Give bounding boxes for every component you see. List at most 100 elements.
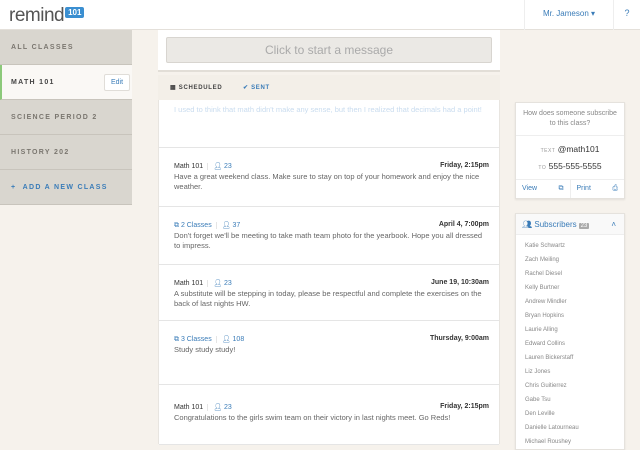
- sidebar-item-all-classes[interactable]: ALL CLASSES: [0, 30, 132, 65]
- sidebar: ALL CLASSES MATH 101 Edit SCIENCE PERIOD …: [0, 30, 132, 205]
- message-item: I used to think that math didn't make an…: [159, 100, 499, 148]
- count: 23: [224, 404, 232, 411]
- tabs: ▦ SCHEDULED ✔ SENT: [158, 75, 500, 100]
- recipient-count[interactable]: 👤︎ 108: [215, 336, 245, 343]
- message-item: Math 101 👤︎ 23 Friday, 2:15pm Congratulat…: [159, 385, 499, 445]
- sidebar-item-history-202[interactable]: HISTORY 202: [0, 135, 132, 170]
- message-item: Math 101 👤︎ 23 Friday, 2:15pm Have a grea…: [159, 148, 499, 207]
- subscribers-list: Katie Schwartz Zach Meiling Rachel Diesel K…: [516, 235, 624, 449]
- message-text: A substitute will be stepping in today, …: [174, 289, 482, 308]
- printer-icon: ⎙: [612, 185, 618, 192]
- tab-label: SENT: [251, 85, 270, 91]
- message-item: ⧉ 2 Classes 👤︎ 37 April 4, 7:00pm Don't f…: [159, 207, 499, 265]
- subscriber-item[interactable]: Danielle Latourneau: [525, 421, 624, 435]
- chevron-up-icon[interactable]: ˄: [611, 220, 616, 229]
- class-name: Math 101: [174, 163, 204, 170]
- chevron-down-icon: ▾: [591, 9, 596, 18]
- print-label: Print: [576, 185, 591, 192]
- message-date: June 19, 10:30am: [431, 279, 489, 286]
- header: remind 101 Mr. Jameson ▾ ?: [0, 0, 640, 30]
- subscriber-item[interactable]: Kelly Burtner: [525, 281, 624, 295]
- count: 23: [224, 163, 232, 170]
- classes-link[interactable]: ⧉ 3 Classes: [174, 336, 212, 343]
- logo-badge: 101: [65, 7, 85, 18]
- classes-icon: ⧉: [174, 222, 179, 229]
- message-date: April 4, 7:00pm: [438, 221, 489, 228]
- subscribe-question: How does someone subscribe to this class…: [516, 103, 624, 136]
- edit-button[interactable]: Edit: [104, 74, 130, 91]
- tab-scheduled[interactable]: ▦ SCHEDULED: [170, 84, 222, 91]
- subscriber-item[interactable]: Katie Schwartz: [525, 239, 624, 253]
- view-button[interactable]: View ⧉: [516, 180, 571, 198]
- classes-link[interactable]: ⧉ 2 Classes: [174, 222, 212, 229]
- count: 23: [224, 280, 232, 287]
- message-text: Study study study!: [174, 345, 236, 354]
- message-feed[interactable]: I used to think that math didn't make an…: [158, 100, 500, 445]
- recipient-count[interactable]: 👤︎ 23: [207, 404, 232, 411]
- logo[interactable]: remind 101: [9, 5, 85, 27]
- subscriber-item[interactable]: Den Leville: [525, 407, 624, 421]
- subscribe-card: How does someone subscribe to this class…: [515, 102, 625, 199]
- recipient-count[interactable]: 👤︎ 37: [215, 222, 241, 229]
- print-button[interactable]: Print ⎙: [571, 180, 625, 198]
- subscriber-item[interactable]: Zach Meiling: [525, 253, 624, 267]
- class-name: 2 Classes: [180, 222, 212, 229]
- sidebar-item-math-101[interactable]: MATH 101 Edit: [0, 65, 132, 100]
- add-class-button[interactable]: + ADD A NEW CLASS: [0, 170, 132, 205]
- message-input[interactable]: Click to start a message: [166, 37, 492, 63]
- phone-number: 555-555-5555: [548, 161, 602, 171]
- to-label: TO: [538, 165, 547, 171]
- subscriber-item[interactable]: Gabe Tsu: [525, 393, 624, 407]
- subscriber-item[interactable]: Chris Guitierrez: [525, 379, 624, 393]
- tab-sent[interactable]: ✔ SENT: [243, 84, 270, 91]
- sidebar-item-science-period-2[interactable]: SCIENCE PERIOD 2: [0, 100, 132, 135]
- check-icon: ✔: [243, 85, 249, 91]
- classes-icon: ⧉: [174, 336, 179, 343]
- window-icon: ⧉: [558, 185, 564, 192]
- main-panel: Click to start a message ▦ SCHEDULED ✔ S…: [158, 30, 500, 445]
- class-name: Math 101: [174, 404, 204, 411]
- message-item: ⧉ 3 Classes 👤︎ 108 Thursday, 9:00am Study…: [159, 321, 499, 385]
- add-class-label: ADD A NEW CLASS: [22, 184, 108, 191]
- person-icon: 👤︎: [221, 336, 231, 343]
- message-date: Friday, 2:15pm: [440, 403, 489, 410]
- subscriber-item[interactable]: Laurie Alling: [525, 323, 624, 337]
- subscribers-count: 23: [578, 223, 590, 229]
- subscriber-item[interactable]: Rachel Diesel: [525, 267, 624, 281]
- subscribers-title: Subscribers: [534, 220, 577, 229]
- subscriber-item[interactable]: Lauren Bickerstaff: [525, 351, 624, 365]
- view-label: View: [522, 185, 538, 192]
- class-name: Math 101: [174, 280, 204, 287]
- subscriber-item[interactable]: Liz Jones: [525, 365, 624, 379]
- recipient-count[interactable]: 👤︎ 23: [207, 163, 232, 170]
- count: 108: [232, 336, 245, 343]
- subscriber-item[interactable]: Andrew Mindler: [525, 295, 624, 309]
- people-icon: 👥︎: [522, 220, 533, 229]
- subscriber-item[interactable]: Bryan Hopkins: [525, 309, 624, 323]
- subscribers-card: 👥︎ Subscribers 23 ˄ Katie Schwartz Zach Mei…: [515, 213, 625, 450]
- user-name: Mr. Jameson: [542, 9, 589, 18]
- class-name: 3 Classes: [180, 336, 212, 343]
- message-text: Don't forget we'll be meeting to take ma…: [174, 231, 483, 250]
- calendar-icon: ▦: [170, 85, 177, 91]
- message-date: Friday, 2:15pm: [440, 162, 489, 169]
- message-text: Have a great weekend class. Make sure to…: [174, 172, 480, 191]
- class-code: @math101: [557, 144, 600, 154]
- recipient-count[interactable]: 👤︎ 23: [207, 280, 232, 287]
- person-icon: 👤︎: [221, 222, 231, 229]
- plus-icon: +: [11, 184, 17, 191]
- person-icon: 👤︎: [213, 163, 223, 170]
- person-icon: 👤︎: [213, 404, 223, 411]
- user-menu[interactable]: Mr. Jameson ▾: [524, 0, 614, 30]
- right-panel: How does someone subscribe to this class…: [515, 102, 625, 450]
- composer: Click to start a message: [158, 30, 500, 72]
- subscriber-item[interactable]: Edward Collins: [525, 337, 624, 351]
- logo-text: remind: [9, 5, 65, 26]
- subscriber-item[interactable]: Michael Roushey: [525, 435, 624, 449]
- message-text: Congratulations to the girls swim team o…: [174, 413, 451, 422]
- help-button[interactable]: ?: [614, 0, 640, 30]
- tab-label: SCHEDULED: [178, 85, 223, 91]
- message-date: Thursday, 9:00am: [429, 335, 489, 342]
- subscribers-header[interactable]: 👥︎ Subscribers 23 ˄: [516, 214, 624, 235]
- subscribe-code: TEXT @math101 TO 555-555-5555: [516, 136, 624, 179]
